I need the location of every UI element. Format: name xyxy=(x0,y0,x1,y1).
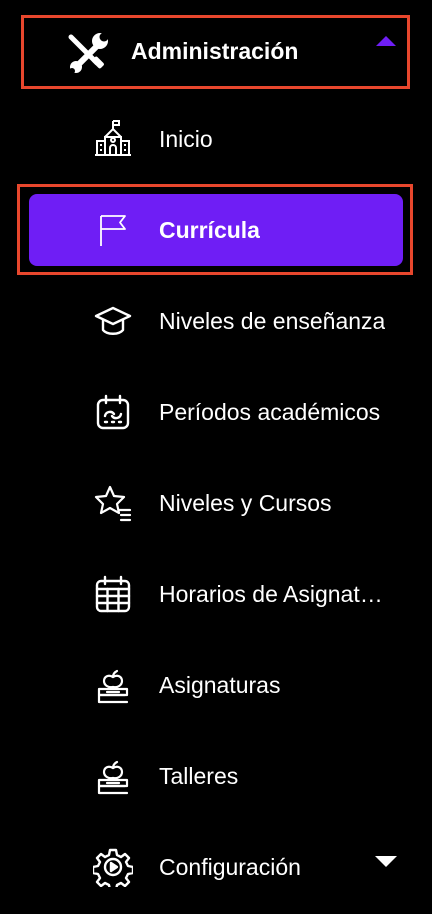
administracion-menu-header[interactable]: Administración xyxy=(21,15,410,89)
menu-item-label: Configuración xyxy=(159,854,301,880)
menu-item-periodos-academicos[interactable]: Períodos académicos xyxy=(29,376,403,448)
menu-item-label: Niveles y Cursos xyxy=(159,490,332,516)
menu-item-label: Talleres xyxy=(159,763,239,789)
flag-icon xyxy=(93,210,133,250)
gear-icon xyxy=(93,847,133,887)
menu-item-label: Asignaturas xyxy=(159,672,281,698)
books-apple-icon xyxy=(93,665,133,705)
graduation-cap-icon xyxy=(93,301,133,341)
wrench-screwdriver-icon xyxy=(64,29,112,77)
menu-item-niveles-de-ensenanza[interactable]: Niveles de enseñanza xyxy=(29,285,403,357)
menu-item-niveles-y-cursos[interactable]: Niveles y Cursos xyxy=(29,467,403,539)
menu-item-label: Niveles de enseñanza xyxy=(159,308,386,334)
menu-item-label: Horarios de Asignat… xyxy=(159,581,383,607)
books-apple-icon xyxy=(93,756,133,796)
caret-down-icon[interactable] xyxy=(375,856,397,867)
menu-item-label: Currícula xyxy=(159,217,260,243)
calendar-icon xyxy=(93,392,133,432)
menu-item-talleres[interactable]: Talleres xyxy=(29,740,403,812)
menu-item-label: Períodos académicos xyxy=(159,399,381,425)
menu-item-label: Inicio xyxy=(159,126,213,152)
school-building-icon xyxy=(93,119,133,159)
administracion-label: Administración xyxy=(131,38,299,64)
caret-up-icon[interactable] xyxy=(376,36,396,46)
calendar-grid-icon xyxy=(93,574,133,614)
menu-item-inicio[interactable]: Inicio xyxy=(29,103,403,175)
menu-item-asignaturas[interactable]: Asignaturas xyxy=(29,649,403,721)
star-list-icon xyxy=(93,483,133,523)
menu-item-curricula[interactable]: Currícula xyxy=(29,194,403,266)
menu-item-configuracion[interactable]: Configuración xyxy=(29,831,403,903)
menu-item-horarios-de-asignaturas[interactable]: Horarios de Asignat… xyxy=(29,558,403,630)
